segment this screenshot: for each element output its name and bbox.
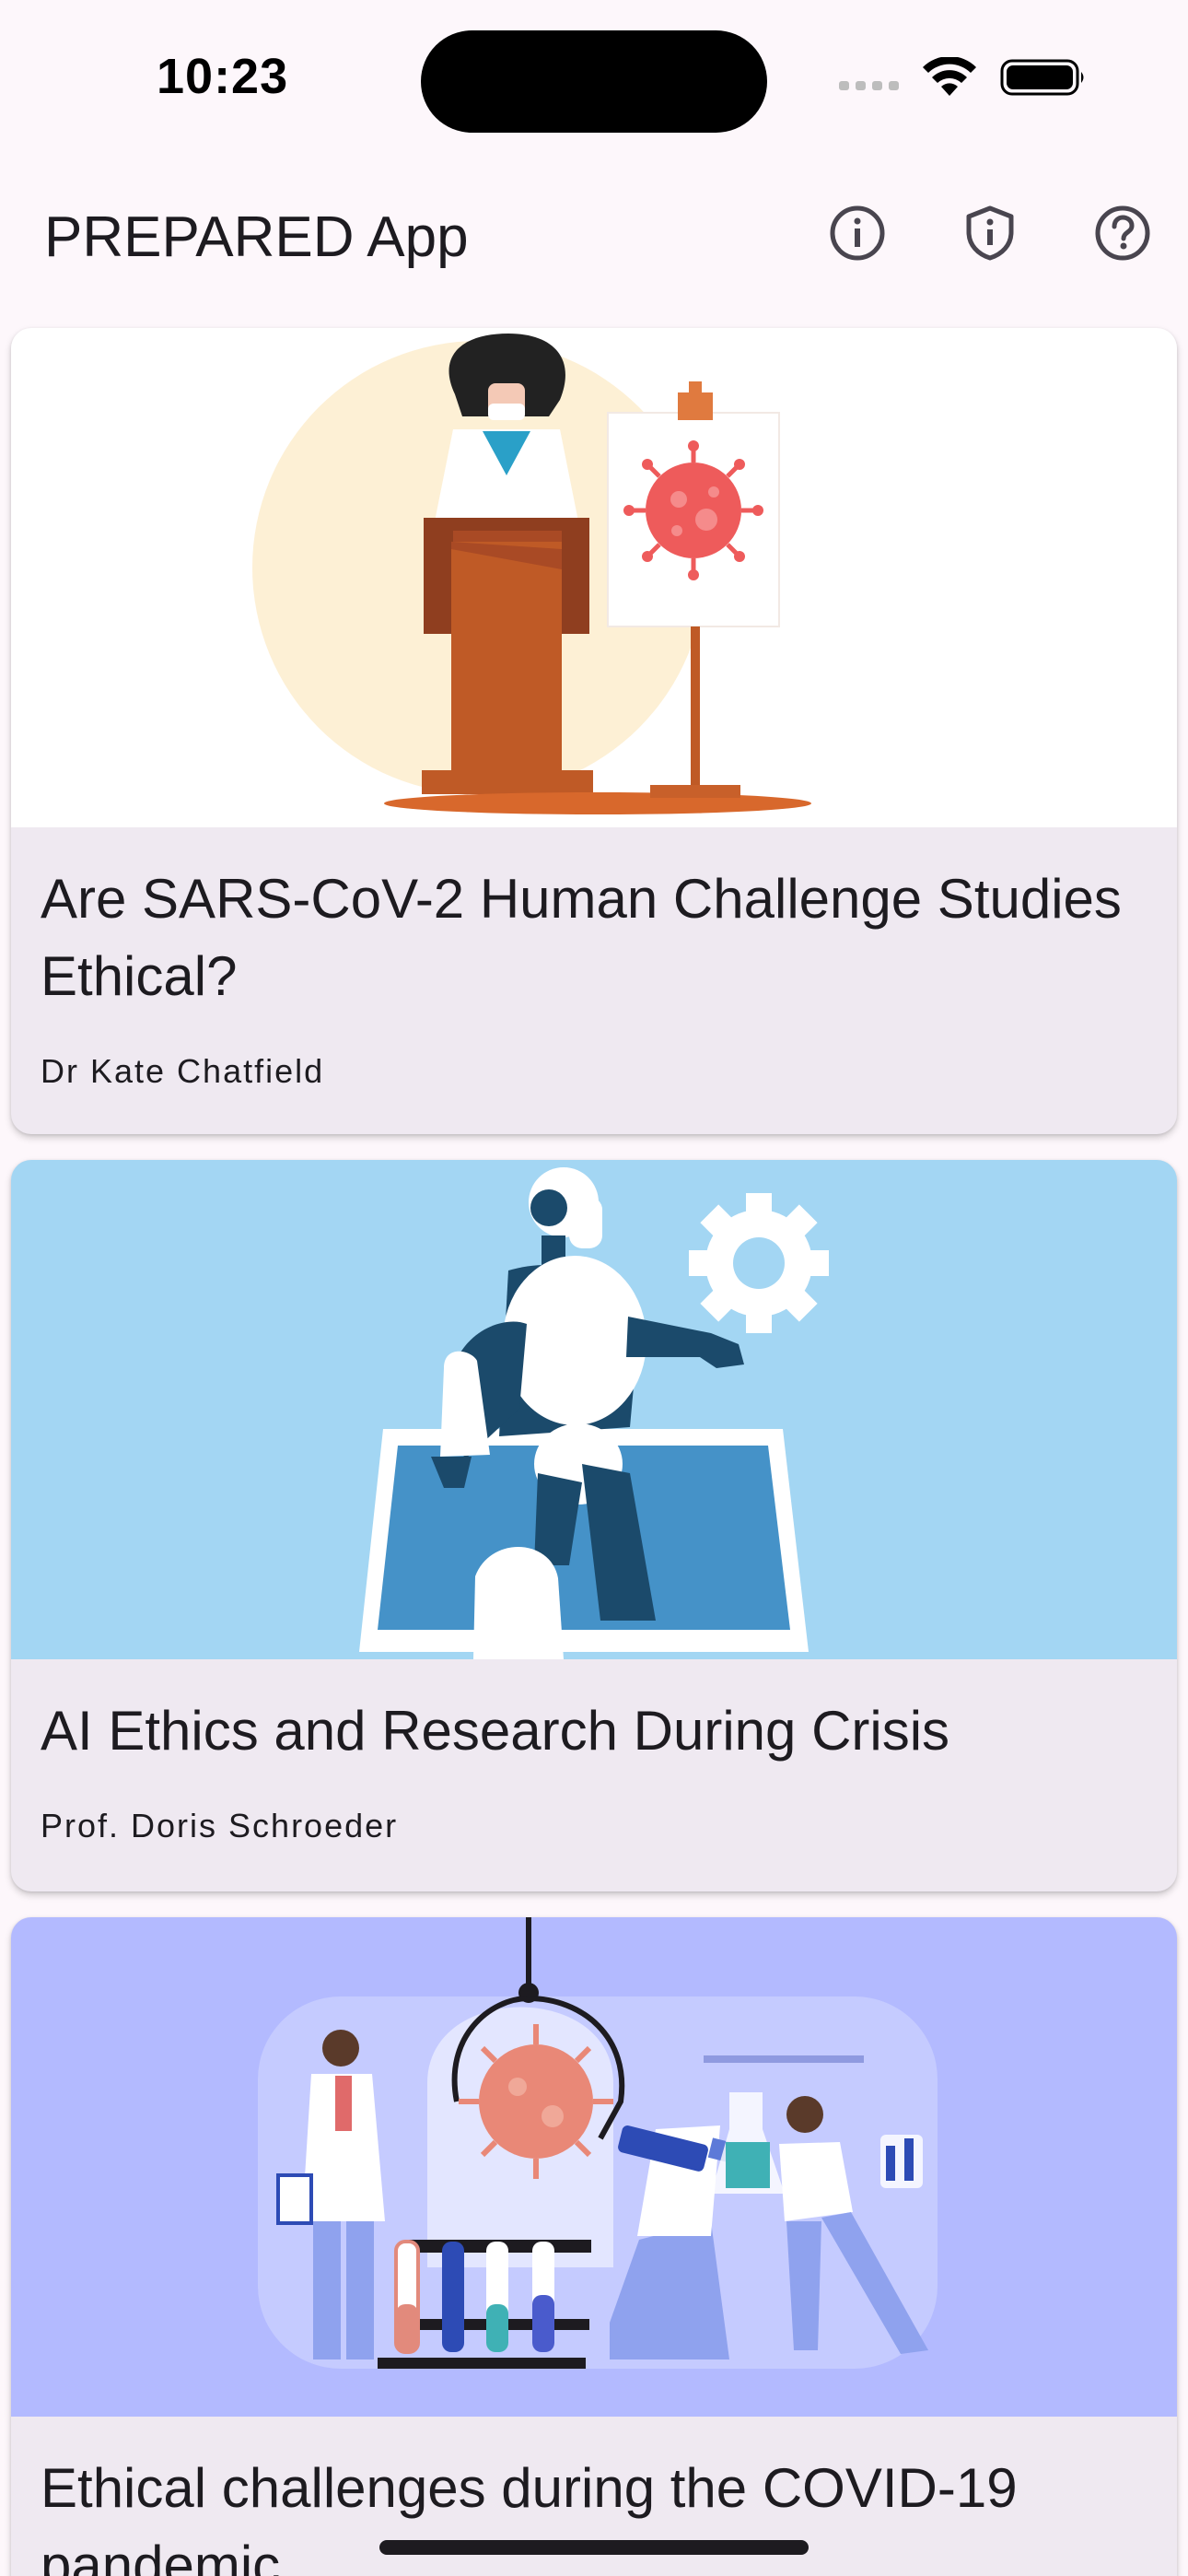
help-icon xyxy=(1095,205,1150,261)
screen: 10:23 PREPARED App Are SARS-CoV-2 Human … xyxy=(0,0,1188,2576)
article-card[interactable]: AI Ethics and Research During Crisis Pro… xyxy=(11,1160,1177,1891)
article-card-body: Are SARS-CoV-2 Human Challenge Studies E… xyxy=(11,827,1177,1134)
article-author: Prof. Doris Schroeder xyxy=(41,1807,399,1844)
article-list: Are SARS-CoV-2 Human Challenge Studies E… xyxy=(11,328,1177,2576)
info-icon xyxy=(830,205,885,261)
article-title: Ethical challenges during the COVID-19 p… xyxy=(41,2457,1018,2576)
dynamic-island xyxy=(421,30,767,133)
article-author: Dr Kate Chatfield xyxy=(41,1052,325,1090)
battery-icon xyxy=(1000,59,1084,96)
article-title: Are SARS-CoV-2 Human Challenge Studies E… xyxy=(41,868,1122,1007)
status-bar: 10:23 xyxy=(0,0,1188,157)
article-title: AI Ethics and Research During Crisis xyxy=(41,1700,950,1762)
scientists-virus-lab-illustration xyxy=(11,1917,1177,2417)
article-card-body: AI Ethics and Research During Crisis Pro… xyxy=(11,1659,1177,1891)
signal-icon xyxy=(839,64,899,90)
info-button[interactable] xyxy=(829,205,886,262)
status-icons xyxy=(839,57,1087,98)
privacy-button[interactable] xyxy=(961,205,1019,262)
lecturer-podium-illustration xyxy=(11,328,1177,827)
shield-info-icon xyxy=(966,205,1014,261)
app-title: PREPARED App xyxy=(44,205,469,269)
wifi-icon xyxy=(923,57,976,96)
robot-gear-illustration xyxy=(11,1160,1177,1659)
help-button[interactable] xyxy=(1094,205,1151,262)
app-bar-actions xyxy=(829,205,1170,262)
status-time: 10:23 xyxy=(157,49,289,104)
app-bar: PREPARED App xyxy=(0,184,1188,304)
article-card[interactable]: Are SARS-CoV-2 Human Challenge Studies E… xyxy=(11,328,1177,1134)
home-indicator[interactable] xyxy=(379,2540,809,2555)
article-card[interactable]: Ethical challenges during the COVID-19 p… xyxy=(11,1917,1177,2576)
